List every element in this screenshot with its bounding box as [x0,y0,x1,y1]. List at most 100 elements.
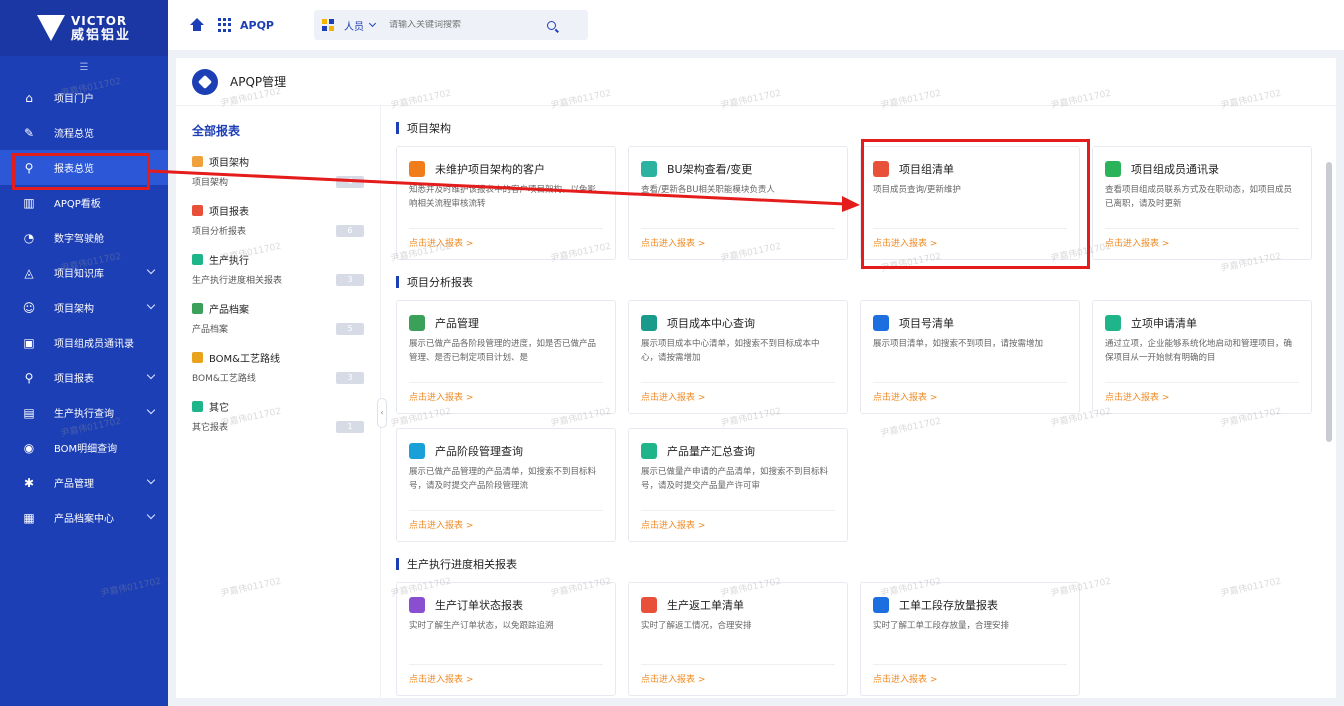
category-sub[interactable]: 项目分析报表 6 [192,224,380,237]
panel-collapse-handle[interactable]: ‹ [377,398,387,428]
sidebar-item-label: 项目门户 [54,94,94,105]
open-report-link[interactable]: 点击进入报表 > [1105,236,1169,249]
open-report-link[interactable]: 点击进入报表 > [641,390,705,403]
sidebar-item-5[interactable]: ◬ 项目知识库 [0,255,168,290]
report-card[interactable]: 生产订单状态报表 实时了解生产订单状态，以免跟踪追溯 点击进入报表 > [396,582,616,696]
image-icon [641,161,657,177]
report-card[interactable]: 未维护项目架构的客户 知悉并及时维护该报表中的客户项目架构，以免影响相关流程审核流… [396,146,616,260]
storage-icon [873,597,889,613]
all-reports-title[interactable]: 全部报表 [192,122,380,139]
category-count-badge: 5 [336,322,364,335]
category-name[interactable]: 其它 [192,398,380,414]
open-report-link[interactable]: 点击进入报表 > [1105,390,1169,403]
search-scope-select[interactable]: 人员 [344,18,364,33]
sidebar-item-label: 项目报表 [54,374,94,385]
report-card[interactable]: 产品阶段管理查询 展示已做产品管理的产品清单，如搜索不到目标料号，请及时提交产品阶… [396,428,616,542]
category-name[interactable]: 项目架构 [192,153,380,169]
sidebar-item-10[interactable]: ◉ BOM明细查询 [0,430,168,465]
chevron-down-icon[interactable] [146,265,156,275]
report-card[interactable]: 项目成本中心查询 展示项目成本中心清单，如搜索不到目标成本中心，请按需增加 点击进入… [628,300,848,414]
open-report-link[interactable]: 点击进入报表 > [641,672,705,685]
open-report-link[interactable]: 点击进入报表 > [409,518,473,531]
app-grid-icon[interactable] [218,18,232,32]
open-report-link[interactable]: 点击进入报表 > [409,236,473,249]
chevron-down-icon[interactable] [146,475,156,485]
category-sub[interactable]: 其它报表 1 [192,420,380,433]
card-title: 项目组成员通讯录 [1131,163,1219,176]
report-card[interactable]: 生产返工单清单 实时了解返工情况，合理安排 点击进入报表 > [628,582,848,696]
report-card[interactable]: 产品量产汇总查询 展示已做量产申请的产品清单，如搜索不到目标料号，请及时提交产品量… [628,428,848,542]
sidebar-item-0[interactable]: ⌂ 项目门户 [0,80,168,115]
sidebar-item-12[interactable]: ▦ 产品档案中心 [0,500,168,535]
home-icon[interactable] [190,18,204,32]
open-report-link[interactable]: 点击进入报表 > [641,236,705,249]
open-report-link[interactable]: 点击进入报表 > [641,518,705,531]
category-sub-label: 项目分析报表 [192,227,247,237]
chevron-down-icon[interactable] [368,19,377,28]
open-report-link[interactable]: 点击进入报表 > [873,390,937,403]
logo: VICTOR 威铝铝业 [0,0,168,56]
card-divider [409,382,603,383]
category-sub[interactable]: 项目架构 4 [192,175,380,188]
sidebar-item-9[interactable]: ▤ 生产执行查询 [0,395,168,430]
report-card[interactable]: BU架构查看/变更 查看/更新各BU相关职能模块负责人 点击进入报表 > [628,146,848,260]
main-header: APQP管理 [176,58,1336,106]
search-input[interactable] [389,20,539,30]
category-name[interactable]: BOM&工艺路线 [192,349,380,365]
chevron-down-icon[interactable] [146,370,156,380]
category-sub[interactable]: BOM&工艺路线 3 [192,371,380,384]
sidebar-item-11[interactable]: ✱ 产品管理 [0,465,168,500]
open-report-link[interactable]: 点击进入报表 > [409,672,473,685]
product-icon [409,315,425,331]
search-bar: 人员 [314,10,588,40]
bom-icon: ◉ [23,440,35,455]
sidebar-item-label: APQP看板 [54,199,101,210]
report-card[interactable]: 立项申请清单 通过立项，企业能够系统化地启动和管理项目，确保项目从一开始就有明确的… [1092,300,1312,414]
sidebar-item-label: 生产执行查询 [54,409,114,420]
search-icon[interactable] [547,20,556,30]
open-report-link[interactable]: 点击进入报表 > [873,672,937,685]
section-title: 项目架构 [396,120,1320,136]
knowledge-icon: ◬ [24,265,34,280]
sidebar-item-7[interactable]: ▣ 项目组成员通讯录 [0,325,168,360]
card-divider [873,664,1067,665]
card-divider [409,228,603,229]
category-name[interactable]: 产品档案 [192,300,380,316]
chevron-down-icon[interactable] [146,300,156,310]
check-circle-icon [641,443,657,459]
section-title: 生产执行进度相关报表 [396,556,1320,572]
stage-icon [409,443,425,459]
category-sub-label: 生产执行进度相关报表 [192,276,283,286]
report-card[interactable]: 产品管理 展示已做产品各阶段管理的进度，如是否已做产品管理、是否已制定项目计划、是… [396,300,616,414]
card-description: 展示已做产品各阶段管理的进度，如是否已做产品管理、是否已制定项目计划、是 [409,339,597,363]
category-icon [192,253,203,265]
menu-fold-icon[interactable]: ☰ [0,56,168,80]
category-item: BOM&工艺路线 BOM&工艺路线 3 [192,349,380,384]
scrollbar[interactable] [1326,162,1332,442]
card-description: 通过立项，企业能够系统化地启动和管理项目，确保项目从一开始就有明确的目 [1105,339,1293,363]
category-name[interactable]: 生产执行 [192,251,380,267]
sidebar-item-3[interactable]: ▥ APQP看板 [0,185,168,220]
card-title: 工单工段存放量报表 [899,599,998,612]
category-sub-label: 产品档案 [192,325,229,335]
chevron-down-icon[interactable] [146,510,156,520]
report-card[interactable]: 项目组成员通讯录 查看项目组成员联系方式及在职动态，如项目成员已离职，请及时更新点… [1092,146,1312,260]
card-divider [873,382,1067,383]
category-sub[interactable]: 生产执行进度相关报表 3 [192,273,380,286]
sidebar-item-1[interactable]: ✎ 流程总览 [0,115,168,150]
sidebar-item-4[interactable]: ◔ 数字驾驶舱 [0,220,168,255]
logo-line2: 威铝铝业 [70,27,131,43]
category-sub-label: 其它报表 [192,423,229,433]
open-report-link[interactable]: 点击进入报表 > [409,390,473,403]
gear-icon: ✱ [23,475,35,490]
card-divider [641,228,835,229]
category-name[interactable]: 项目报表 [192,202,380,218]
category-sub[interactable]: 产品档案 5 [192,322,380,335]
report-card[interactable]: 工单工段存放量报表 实时了解工单工段存放量，合理安排 点击进入报表 > [860,582,1080,696]
sidebar-item-8[interactable]: ⚲ 项目报表 [0,360,168,395]
app-name[interactable]: APQP [240,19,274,32]
highlight-box-nav [12,153,150,190]
sidebar-item-6[interactable]: ☺ 项目架构 [0,290,168,325]
report-card[interactable]: 项目号清单 展示项目清单，如搜索不到项目，请按需增加 点击进入报表 > [860,300,1080,414]
chevron-down-icon[interactable] [146,405,156,415]
